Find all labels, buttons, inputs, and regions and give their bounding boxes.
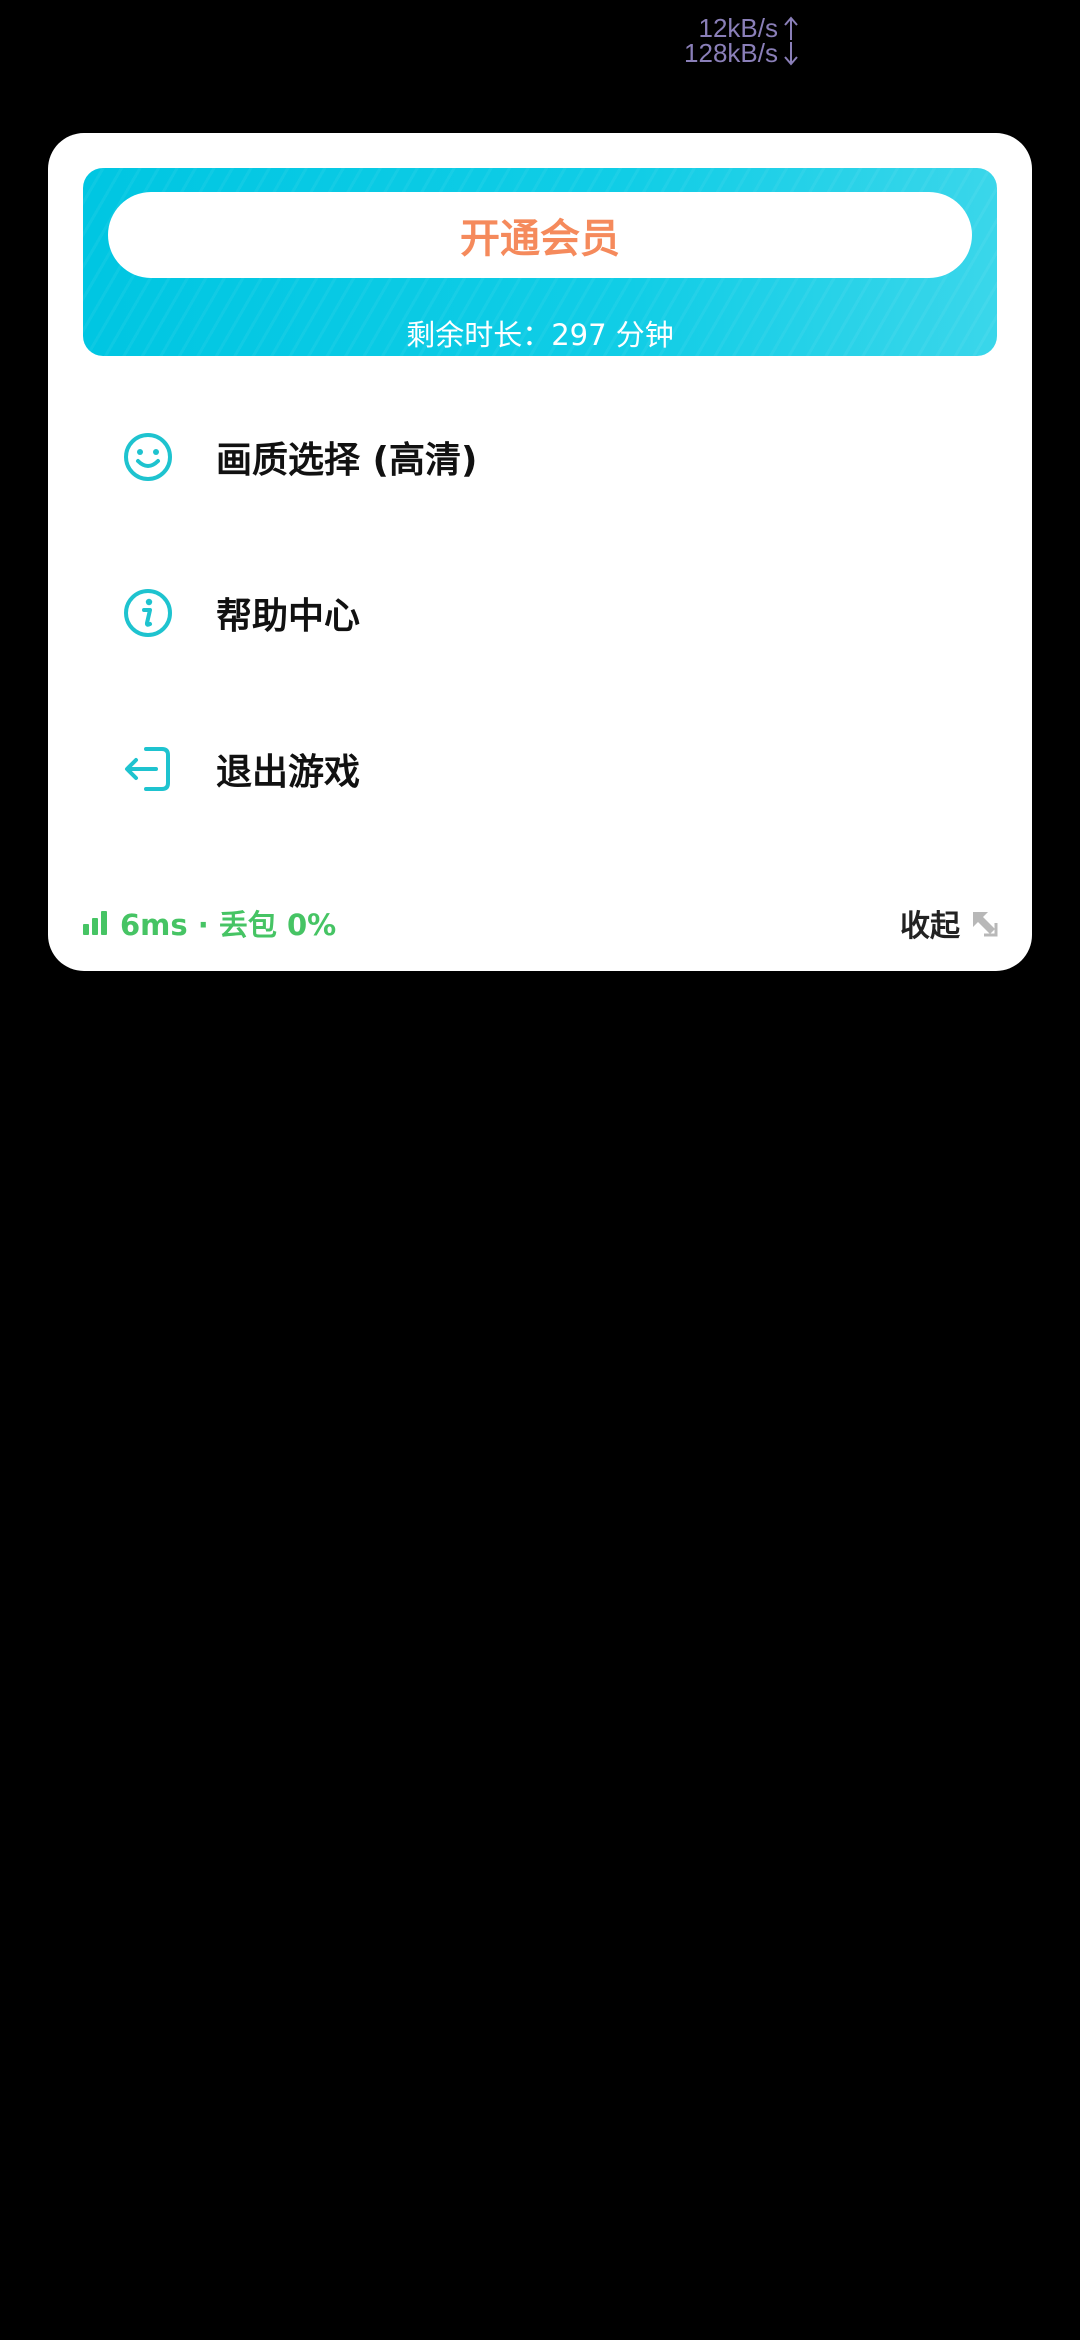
menu-item-label: 退出游戏 [216,752,361,793]
game-menu-panel: 开通会员 剩余时长：297 分钟 画质选择 (高清) 帮助中心 退出游戏 6ms… [48,133,1032,971]
exit-icon [125,747,170,791]
upload-arrow-icon [784,16,798,40]
collapse-arrow-icon [973,912,998,937]
member-banner: 开通会员 剩余时长：297 分钟 [83,168,997,356]
signal-bars-icon [83,911,107,935]
collapse-button[interactable]: 收起 [900,901,998,945]
network-speed-indicator: 12kB/s 128kB/s [640,15,800,68]
remaining-time: 剩余时长：297 分钟 [406,318,674,352]
download-speed: 128kB/s [684,38,778,68]
download-speed-row: 128kB/s [640,38,800,68]
collapse-label: 收起 [900,909,960,944]
menu-item-label: 画质选择 (高清) [216,440,478,481]
open-membership-button[interactable]: 开通会员 [108,192,972,278]
menu-item-help[interactable]: 帮助中心 [48,553,1032,673]
download-arrow-icon [784,42,798,66]
network-status-text: 6ms · 丢包 0% [120,908,337,942]
menu-item-exit[interactable]: 退出游戏 [48,709,1032,829]
menu-item-quality[interactable]: 画质选择 (高清) [48,397,1032,517]
smiley-face-icon [124,433,172,481]
menu-item-label: 帮助中心 [216,596,361,637]
info-icon [124,589,172,637]
network-status: 6ms · 丢包 0% [82,903,336,943]
